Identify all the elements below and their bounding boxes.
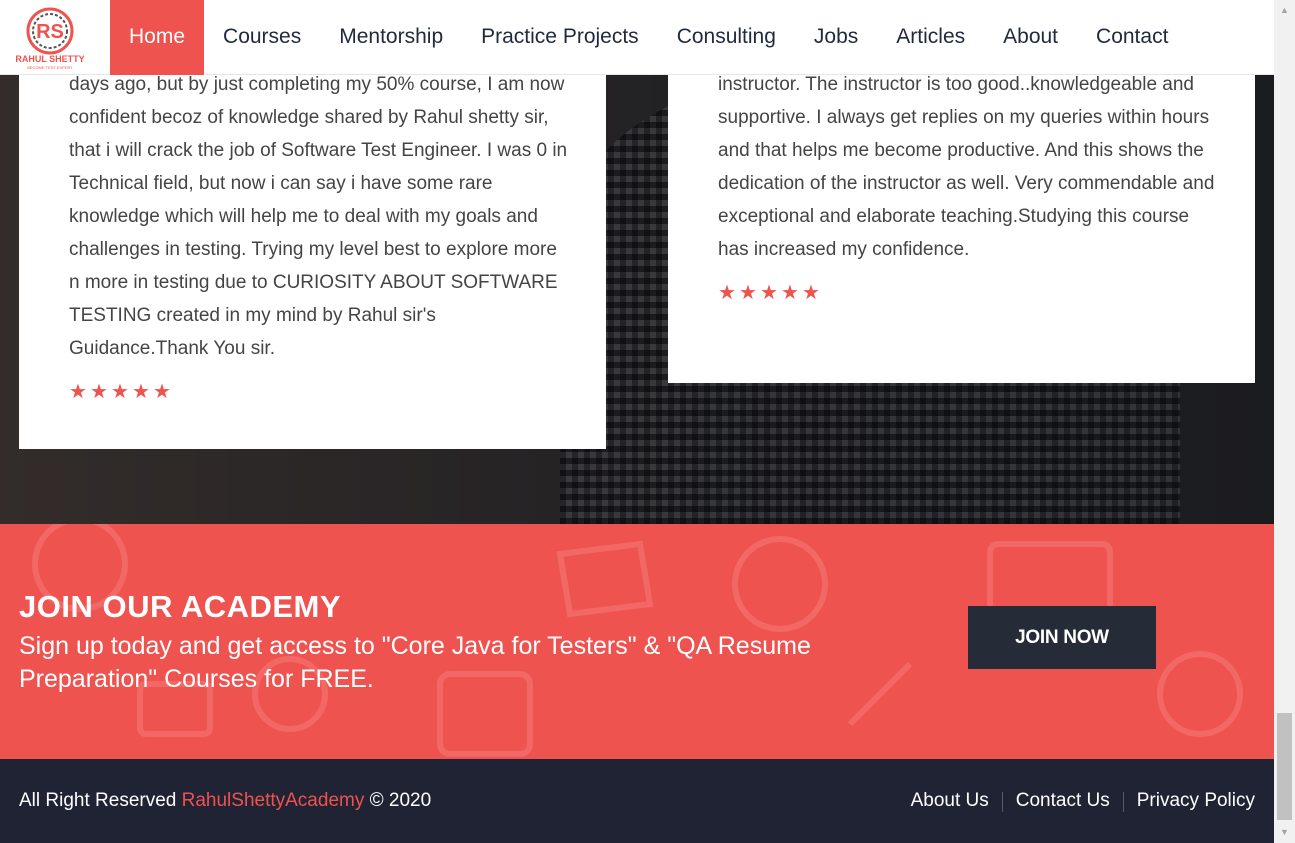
copyright: All Right Reserved RahulShettyAcademy © … <box>19 790 432 811</box>
nav-item-consulting[interactable]: Consulting <box>658 0 795 75</box>
testimonial-card: days ago, but by just completing my 50% … <box>19 74 606 449</box>
nav-item-mentorship[interactable]: Mentorship <box>320 0 462 75</box>
star-icon: ★ <box>802 282 820 304</box>
nav-item-courses[interactable]: Courses <box>204 0 320 75</box>
join-now-button[interactable]: JOIN NOW <box>968 606 1156 669</box>
nav-item-contact[interactable]: Contact <box>1077 0 1187 75</box>
star-icon: ★ <box>739 282 757 304</box>
nav-item-articles[interactable]: Articles <box>877 0 984 75</box>
star-icon: ★ <box>132 381 150 403</box>
rating-stars: ★ ★ ★ ★ ★ <box>718 282 1217 304</box>
footer-link-contact-us[interactable]: Contact Us <box>1003 790 1123 812</box>
nav-item-practice-projects[interactable]: Practice Projects <box>462 0 658 75</box>
nav-item-jobs[interactable]: Jobs <box>795 0 877 75</box>
svg-text:BECOME TEST EXPERT: BECOME TEST EXPERT <box>27 65 73 70</box>
star-icon: ★ <box>718 282 736 304</box>
academy-logo[interactable]: RS RAHUL SHETTY BECOME TEST EXPERT <box>16 6 84 70</box>
nav-item-home[interactable]: Home <box>110 0 205 75</box>
star-icon: ★ <box>781 282 799 304</box>
star-icon: ★ <box>90 381 108 403</box>
testimonial-text: instructor. The instructor is too good..… <box>718 74 1215 260</box>
star-icon: ★ <box>760 282 778 304</box>
brand-link[interactable]: RahulShettyAcademy <box>182 790 365 811</box>
rating-stars: ★ ★ ★ ★ ★ <box>69 381 568 403</box>
star-icon: ★ <box>69 381 87 403</box>
cta-subtext: Sign up today and get access to "Core Ja… <box>19 632 811 693</box>
join-academy-banner: JOIN OUR ACADEMY Sign up today and get a… <box>0 524 1274 759</box>
footer-link-about-us[interactable]: About Us <box>898 790 1002 812</box>
svg-text:RS: RS <box>36 21 64 43</box>
top-navbar: RS RAHUL SHETTY BECOME TEST EXPERT Home … <box>0 0 1274 75</box>
main-nav: Home Courses Mentorship Practice Project… <box>110 0 1187 75</box>
scroll-thumb[interactable] <box>1277 713 1292 820</box>
testimonial-text: days ago, but by just completing my 50% … <box>69 74 568 359</box>
svg-text:RAHUL SHETTY: RAHUL SHETTY <box>16 54 84 64</box>
footer-links: About Us Contact Us Privacy Policy <box>898 790 1255 812</box>
page-scrollbar[interactable]: ▲ ▼ <box>1274 0 1295 843</box>
footer-link-privacy-policy[interactable]: Privacy Policy <box>1124 790 1255 812</box>
star-icon: ★ <box>111 381 129 403</box>
footer: All Right Reserved RahulShettyAcademy © … <box>0 759 1274 843</box>
scroll-down-icon[interactable]: ▼ <box>1274 822 1295 843</box>
star-icon: ★ <box>153 381 171 403</box>
testimonial-card: instructor. The instructor is too good..… <box>668 74 1255 383</box>
scroll-up-icon[interactable]: ▲ <box>1274 0 1295 21</box>
cta-heading: JOIN OUR ACADEMY <box>19 589 342 624</box>
nav-item-about[interactable]: About <box>984 0 1077 75</box>
